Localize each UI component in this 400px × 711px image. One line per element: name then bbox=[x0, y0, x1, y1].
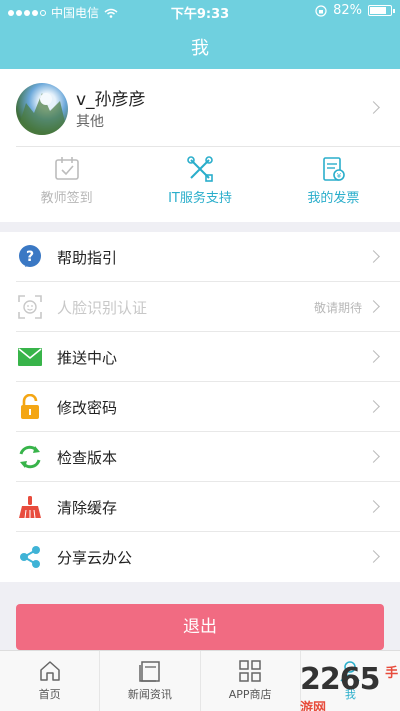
menu-item-clear-cache[interactable]: 清除缓存 bbox=[0, 482, 400, 532]
quick-action-label: 教师签到 bbox=[40, 191, 93, 206]
menu-item-label: 分享云办公 bbox=[57, 548, 133, 567]
help-icon: ? bbox=[19, 245, 41, 267]
tab-label: 首页 bbox=[38, 688, 61, 701]
menu-item-face-recognition[interactable]: 人脸识别认证 敬请期待 bbox=[0, 282, 400, 332]
svg-text:¥: ¥ bbox=[337, 172, 342, 180]
logout-button[interactable]: 退出 bbox=[16, 604, 384, 650]
watermark: 2265 手游网 bbox=[300, 662, 400, 711]
mail-icon bbox=[18, 348, 42, 366]
chevron-right-icon bbox=[367, 450, 380, 463]
tab-news[interactable]: 新闻资讯 bbox=[100, 651, 201, 711]
quick-action-teacher-checkin[interactable]: 教师签到 bbox=[0, 147, 133, 222]
quick-actions: 教师签到 IT服务支持 ¥ 我的发票 bbox=[0, 147, 400, 222]
user-role: 其他 bbox=[76, 114, 104, 130]
menu-item-label: 人脸识别认证 bbox=[57, 298, 148, 317]
chevron-right-icon bbox=[367, 550, 380, 563]
quick-action-label: IT服务支持 bbox=[168, 191, 232, 206]
chevron-right-icon bbox=[367, 500, 380, 513]
share-icon bbox=[20, 546, 40, 568]
coming-soon-hint: 敬请期待 bbox=[313, 300, 362, 315]
svg-text:?: ? bbox=[26, 249, 34, 265]
battery-percent: 82% bbox=[333, 3, 362, 18]
chevron-right-icon bbox=[367, 350, 380, 363]
menu-item-change-password[interactable]: 修改密码 bbox=[0, 382, 400, 432]
refresh-icon bbox=[19, 445, 41, 469]
menu-item-label: 检查版本 bbox=[57, 448, 118, 467]
home-icon bbox=[39, 661, 60, 681]
tab-app-store[interactable]: APP商店 bbox=[201, 651, 301, 711]
tab-label: APP商店 bbox=[228, 688, 272, 701]
tab-home[interactable]: 首页 bbox=[0, 651, 101, 711]
menu-item-push-center[interactable]: 推送中心 bbox=[0, 332, 400, 382]
menu-item-check-version[interactable]: 检查版本 bbox=[0, 432, 400, 482]
menu-item-help[interactable]: ? 帮助指引 bbox=[0, 232, 400, 282]
calendar-check-icon bbox=[54, 157, 79, 180]
lock-icon bbox=[21, 394, 39, 419]
chevron-right-icon bbox=[367, 400, 380, 413]
app-store-icon bbox=[239, 660, 261, 682]
orientation-lock-icon bbox=[315, 4, 327, 17]
profile-link[interactable]: v_孙彦彦 其他 bbox=[0, 69, 400, 146]
chevron-right-icon bbox=[367, 250, 380, 263]
menu-item-label: 清除缓存 bbox=[57, 498, 118, 517]
profile-card: v_孙彦彦 其他 教师签到 IT服务支持 ¥ 我的发票 bbox=[0, 69, 400, 222]
menu-item-label: 修改密码 bbox=[57, 398, 118, 417]
chevron-right-icon bbox=[367, 300, 380, 313]
page-title: 我 bbox=[191, 38, 209, 59]
status-bar: 中国电信 下午9:33 82% bbox=[0, 0, 400, 22]
settings-menu: ? 帮助指引 人脸识别认证 敬请期待 推送中心 修改密码 检查版本 清除缓存 分… bbox=[0, 232, 400, 582]
quick-action-my-invoice[interactable]: ¥ 我的发票 bbox=[267, 147, 400, 222]
menu-item-label: 推送中心 bbox=[57, 348, 118, 367]
user-name: v_孙彦彦 bbox=[76, 90, 146, 110]
avatar bbox=[16, 83, 68, 135]
broom-icon bbox=[19, 496, 41, 519]
news-icon bbox=[139, 661, 160, 682]
face-recognition-icon bbox=[18, 295, 42, 319]
app-header: 中国电信 下午9:33 82% 我 bbox=[0, 0, 400, 69]
battery-icon bbox=[368, 5, 395, 16]
tab-label: 新闻资讯 bbox=[127, 688, 172, 701]
quick-action-it-support[interactable]: IT服务支持 bbox=[133, 147, 266, 222]
tools-icon bbox=[187, 156, 213, 182]
menu-item-label: 帮助指引 bbox=[57, 248, 118, 267]
quick-action-label: 我的发票 bbox=[307, 191, 360, 206]
chevron-right-icon bbox=[367, 101, 380, 114]
watermark-number: 2265 bbox=[300, 662, 380, 697]
invoice-icon: ¥ bbox=[323, 157, 346, 181]
menu-item-share[interactable]: 分享云办公 bbox=[0, 532, 400, 582]
